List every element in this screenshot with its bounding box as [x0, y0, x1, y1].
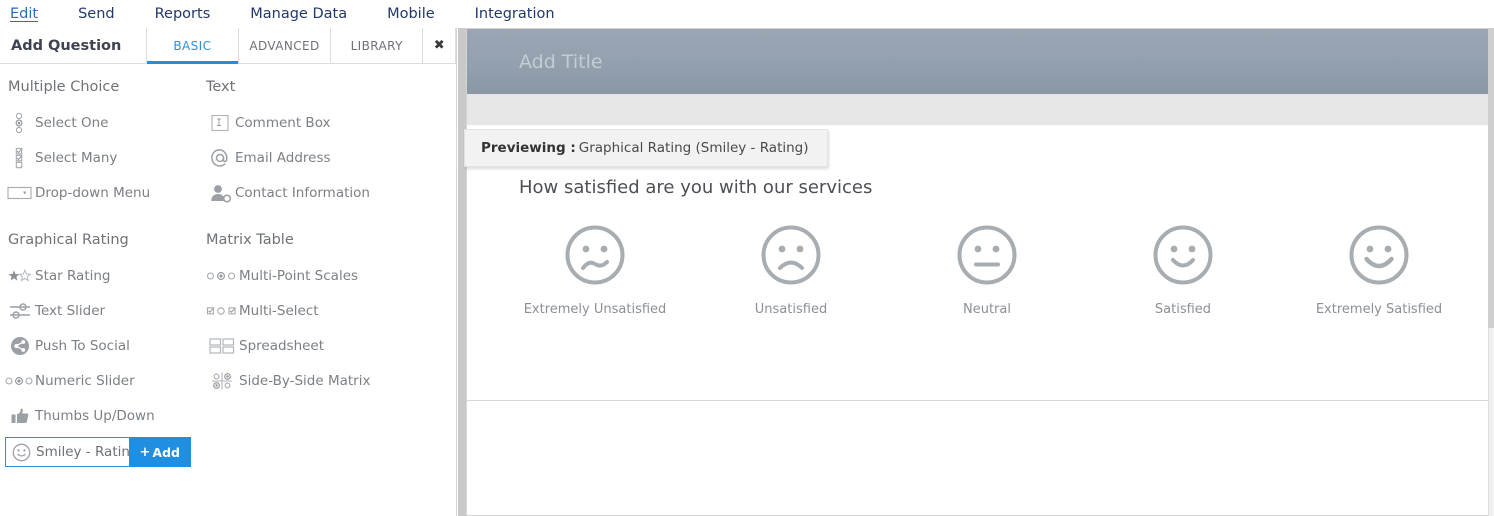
rating-option-label: Satisfied — [1154, 302, 1212, 317]
numeric-slider-icon — [5, 375, 35, 387]
contact-person-icon — [205, 183, 235, 203]
rating-option-label: Neutral — [963, 302, 1011, 317]
survey-title-placeholder: Add Title — [519, 50, 603, 73]
question-type-lists: Multiple Choice Select One Select Many D… — [0, 64, 456, 467]
question-type-star-rating[interactable]: Star Rating — [5, 258, 205, 293]
panel-divider — [458, 28, 466, 516]
sliders-icon — [5, 301, 35, 321]
question-type-label: Numeric Slider — [35, 372, 135, 389]
nav-item-reports[interactable]: Reports — [155, 6, 211, 22]
nav-item-send[interactable]: Send — [78, 6, 115, 22]
previewing-tooltip: Previewing : Graphical Rating (Smiley - … — [464, 129, 828, 167]
question-type-label: Spreadsheet — [239, 337, 325, 354]
add-button-label: Add — [152, 444, 180, 460]
tab-advanced[interactable]: ADVANCED — [239, 28, 332, 63]
nav-item-manage-data[interactable]: Manage Data — [250, 6, 347, 22]
question-type-label: Drop-down Menu — [35, 184, 151, 201]
rating-option-label: Extremely Satisfied — [1315, 302, 1443, 317]
smiley-icon — [6, 443, 36, 462]
top-navigation: Edit Send Reports Manage Data Mobile Int… — [0, 0, 1494, 27]
question-type-select-one[interactable]: Select One — [5, 105, 205, 140]
survey-subheader-band — [467, 94, 1488, 125]
question-type-text-slider[interactable]: Text Slider — [5, 293, 205, 328]
vertical-scrollbar-thumb[interactable] — [1488, 28, 1494, 328]
rating-option-unsatisfied[interactable]: Unsatisfied — [693, 224, 889, 317]
rating-option-satisfied[interactable]: Satisfied — [1085, 224, 1281, 317]
side-by-side-matrix-icon — [205, 371, 239, 391]
question-type-label: Multi-Select — [239, 302, 319, 319]
question-type-thumbs-up-down[interactable]: Thumbs Up/Down — [5, 398, 205, 433]
question-type-email-address[interactable]: Email Address — [205, 140, 455, 175]
group-title-matrix-table: Matrix Table — [206, 232, 294, 248]
preview-empty-area — [467, 401, 1488, 515]
question-type-label: Email Address — [235, 149, 331, 166]
question-type-push-to-social[interactable]: Push To Social — [5, 328, 205, 363]
add-question-panel: Add Question BASIC ADVANCED LIBRARY ✖ Mu… — [0, 28, 457, 516]
neutral-face-icon — [956, 224, 1018, 286]
previewing-label: Previewing : — [481, 140, 576, 156]
dropdown-icon — [5, 185, 35, 201]
question-type-spreadsheet[interactable]: Spreadsheet — [205, 328, 455, 363]
rating-option-label: Extremely Unsatisfied — [523, 302, 667, 317]
text-box-icon — [205, 113, 235, 133]
rating-option-extremely-unsatisfied[interactable]: Extremely Unsatisfied — [497, 224, 693, 317]
checkbox-list-icon — [5, 147, 35, 169]
panel-title: Add Question — [0, 28, 147, 63]
question-type-label: Smiley - Rating — [36, 444, 139, 460]
sad-face-icon — [760, 224, 822, 286]
rating-option-label: Unsatisfied — [754, 302, 828, 317]
question-type-numeric-slider[interactable]: Numeric Slider — [5, 363, 205, 398]
question-type-column-left: Multiple Choice Select One Select Many D… — [0, 73, 205, 467]
rating-option-neutral[interactable]: Neutral — [889, 224, 1085, 317]
question-type-label: Text Slider — [35, 302, 106, 319]
question-type-comment-box[interactable]: Comment Box — [205, 105, 455, 140]
question-type-smiley-rating[interactable]: Smiley - Rating + Add — [5, 437, 191, 467]
previewing-value: Graphical Rating (Smiley - Rating) — [578, 140, 809, 156]
nav-item-mobile[interactable]: Mobile — [387, 6, 435, 22]
happy-face-icon — [1152, 224, 1214, 286]
question-type-label: Thumbs Up/Down — [35, 407, 155, 424]
group-title-graphical-rating: Graphical Rating — [8, 232, 129, 248]
close-icon[interactable]: ✖ — [423, 28, 457, 63]
spreadsheet-icon — [205, 337, 239, 355]
add-question-button[interactable]: + Add — [128, 437, 191, 467]
question-type-side-by-side-matrix[interactable]: Side-By-Side Matrix — [205, 363, 455, 398]
question-type-select-many[interactable]: Select Many — [5, 140, 205, 175]
panel-header: Add Question BASIC ADVANCED LIBRARY ✖ — [0, 28, 457, 64]
question-type-multi-select[interactable]: Multi-Select — [205, 293, 455, 328]
question-type-label: Star Rating — [35, 267, 111, 284]
survey-preview-panel: Add Title How satisfied are you with our… — [466, 28, 1488, 516]
nav-item-edit[interactable]: Edit — [10, 6, 38, 22]
tab-library[interactable]: LIBRARY — [331, 28, 424, 63]
thumbs-up-icon — [5, 407, 35, 425]
multi-point-scale-icon — [205, 270, 239, 282]
question-type-label: Select Many — [35, 149, 118, 166]
group-title-multiple-choice: Multiple Choice — [8, 79, 120, 95]
nav-item-integration[interactable]: Integration — [475, 6, 555, 22]
at-sign-icon — [205, 147, 235, 169]
question-type-label: Side-By-Side Matrix — [239, 372, 371, 389]
share-icon — [5, 336, 35, 356]
star-icon — [5, 268, 35, 283]
smiley-rating-options: Extremely Unsatisfied Unsatisfied Neutra… — [467, 198, 1488, 317]
radio-list-icon — [5, 112, 35, 134]
question-type-label: Push To Social — [35, 337, 130, 354]
question-type-drop-down-menu[interactable]: Drop-down Menu — [5, 175, 205, 210]
very-sad-face-icon — [564, 224, 626, 286]
survey-title-bar[interactable]: Add Title — [467, 29, 1488, 94]
question-type-label: Select One — [35, 114, 109, 131]
group-title-text: Text — [206, 79, 236, 95]
tab-basic[interactable]: BASIC — [146, 28, 239, 64]
question-type-label: Comment Box — [235, 114, 331, 131]
rating-option-extremely-satisfied[interactable]: Extremely Satisfied — [1281, 224, 1477, 317]
multi-select-icon — [205, 305, 239, 317]
question-type-label: Contact Information — [235, 184, 370, 201]
very-happy-face-icon — [1348, 224, 1410, 286]
question-type-label: Multi-Point Scales — [239, 267, 359, 284]
question-type-contact-information[interactable]: Contact Information — [205, 175, 455, 210]
question-type-column-right: Text Comment Box Email Address Contact I… — [205, 73, 455, 467]
question-type-multi-point-scales[interactable]: Multi-Point Scales — [205, 258, 455, 293]
plus-icon: + — [139, 444, 151, 460]
